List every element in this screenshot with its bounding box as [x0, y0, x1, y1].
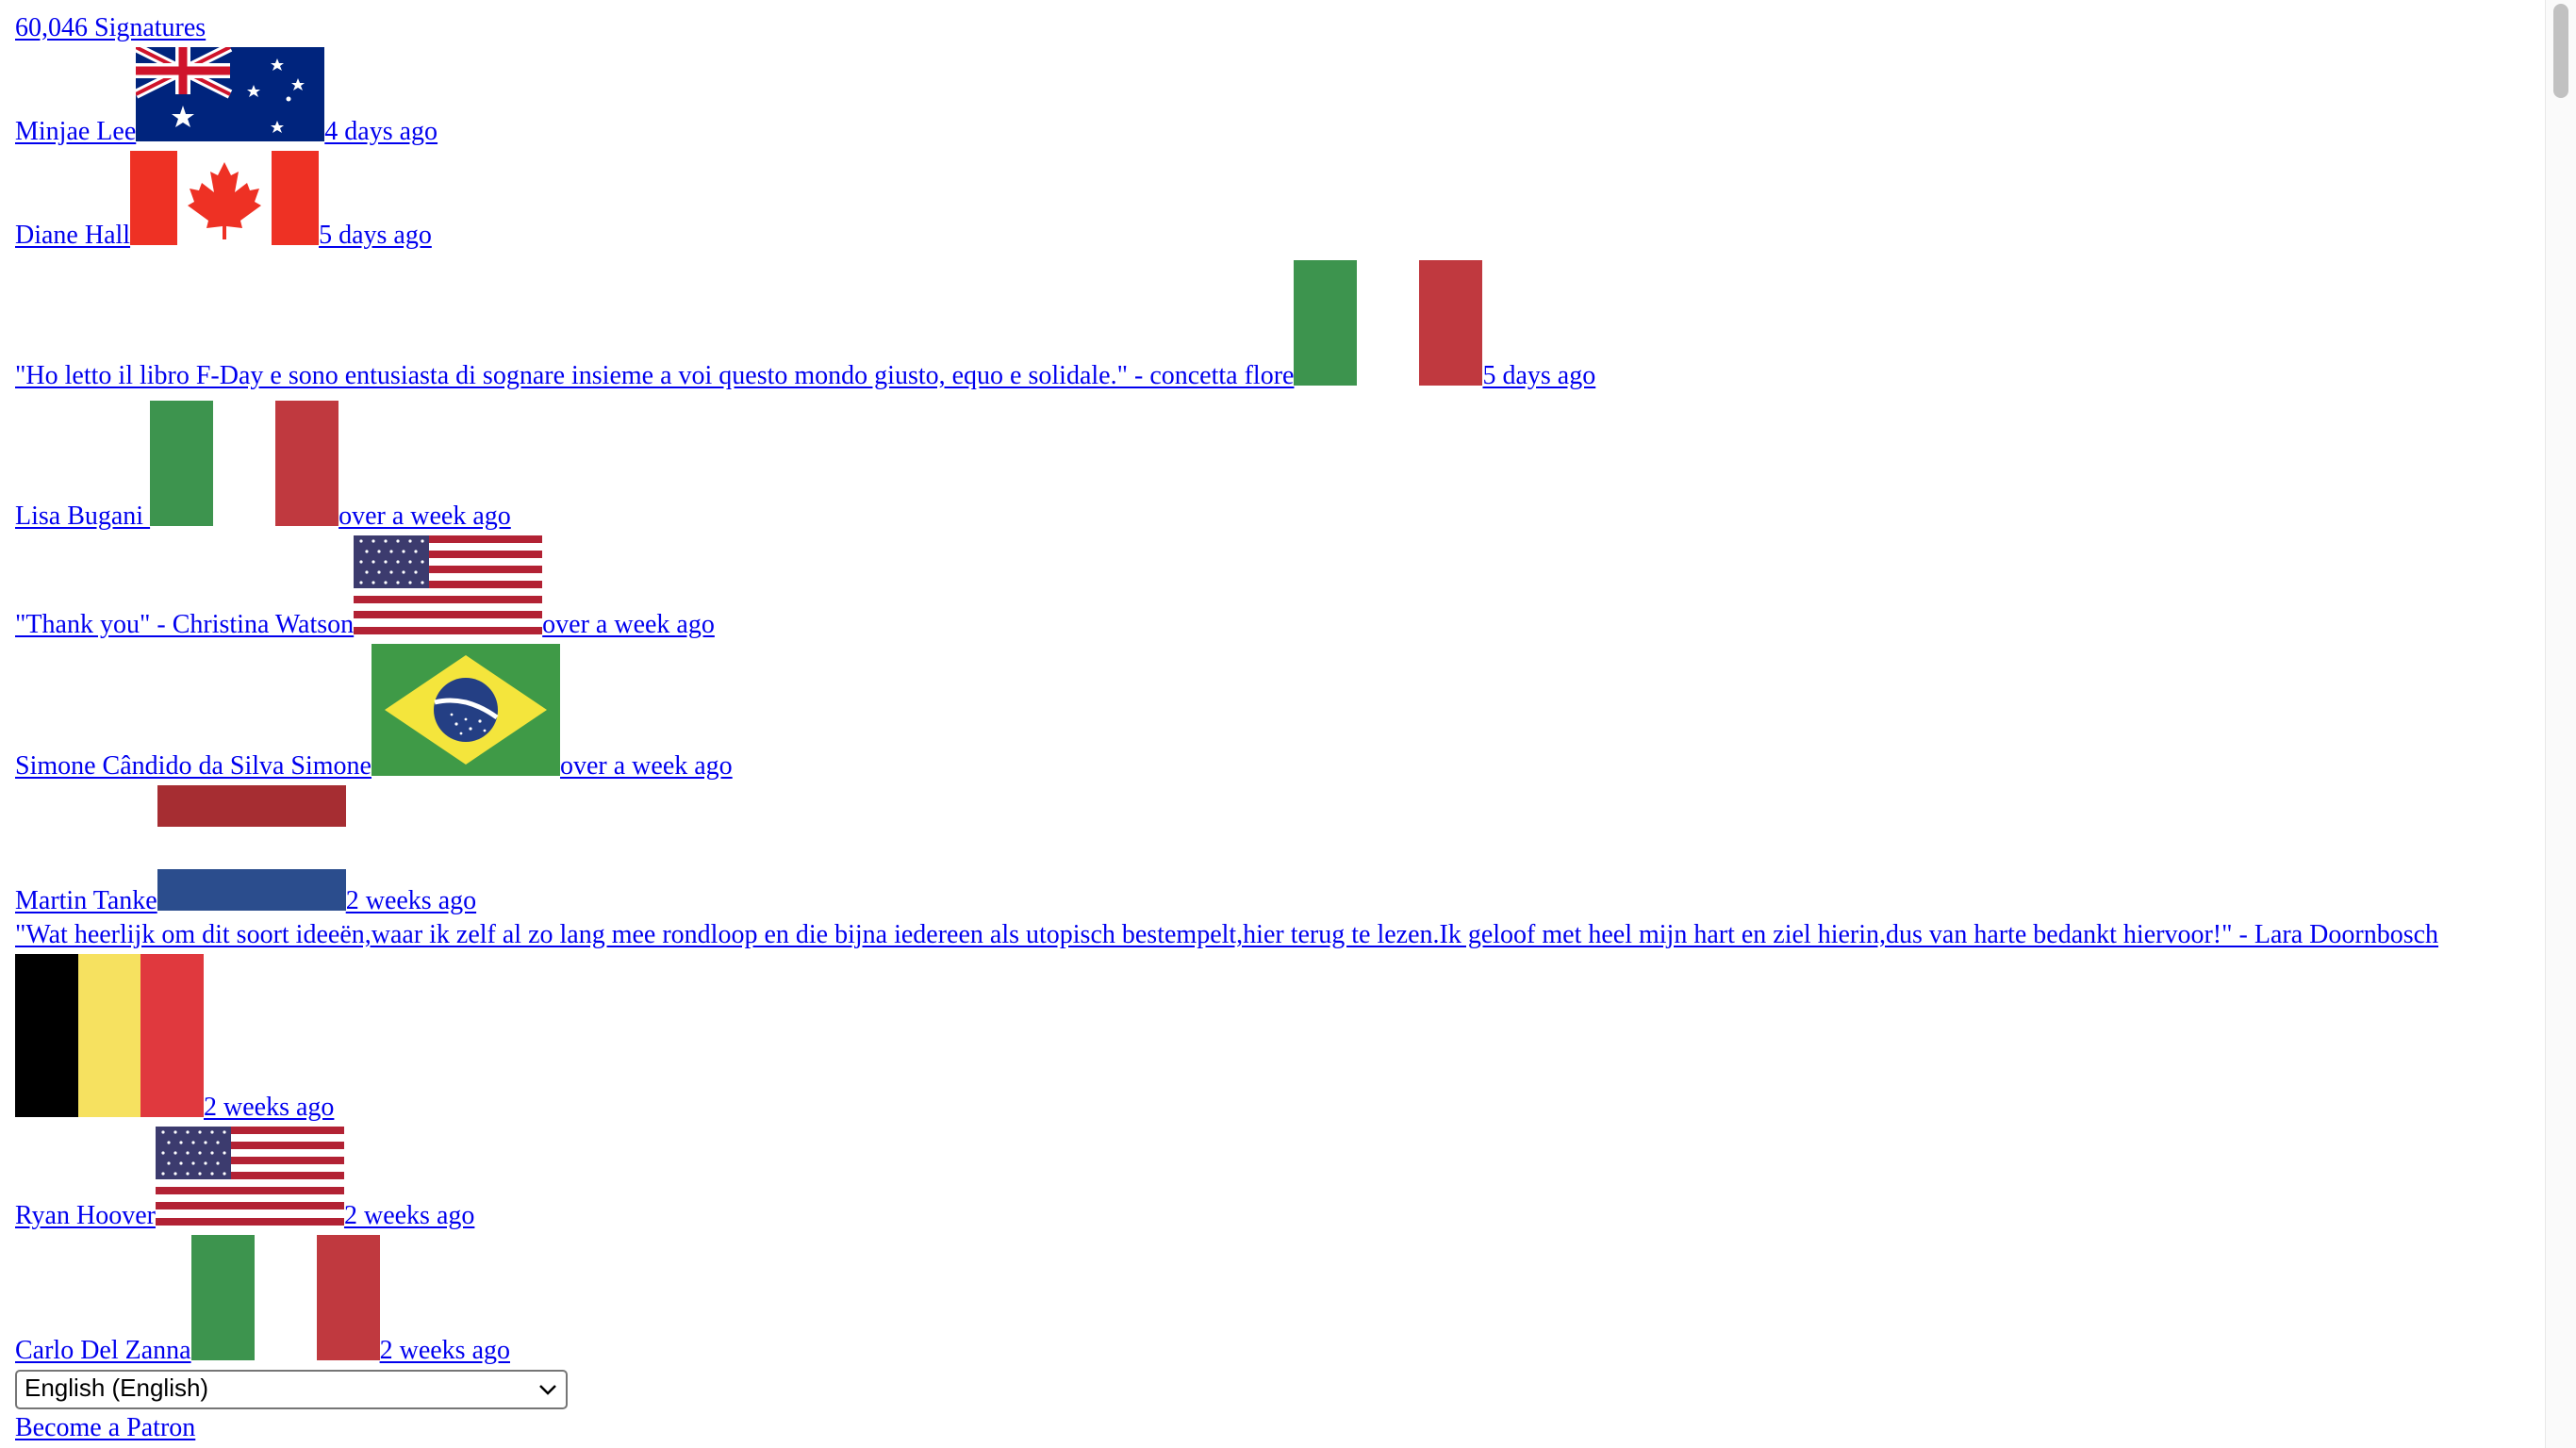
page-scrollbar[interactable] [2545, 0, 2576, 1448]
signer-comment-link[interactable]: "Wat heerlijk om dit soort ideeën,waar i… [15, 920, 2438, 949]
signature-time-link[interactable]: over a week ago [339, 502, 511, 531]
usa-flag-icon [155, 1127, 344, 1226]
signer-name-link[interactable]: Simone Cândido da Silva Simone [15, 751, 372, 781]
signature-time-link[interactable]: 2 weeks ago [204, 1093, 334, 1122]
list-item: Lisa Bugani over a week ago [15, 399, 2523, 534]
signer-name-link[interactable]: Lisa Bugani [15, 502, 150, 531]
brazil-flag-icon [372, 644, 560, 776]
language-select-value: English (English) [25, 1374, 209, 1402]
italy-flag-icon [190, 1235, 380, 1360]
italy-flag-icon [1294, 260, 1483, 386]
canada-flag-icon [130, 151, 320, 245]
signer-comment-link[interactable]: "Thank you" - Christina Watson [15, 610, 354, 639]
signer-name-link[interactable]: Minjae Lee [15, 117, 136, 146]
signer-name-link[interactable]: Diane Hall [15, 221, 130, 250]
signature-time-link[interactable]: over a week ago [542, 610, 715, 639]
list-item: Martin Tanke 2 weeks ago [15, 783, 2523, 918]
list-item: "Thank you" - Christina Watson over a we… [15, 534, 2523, 642]
language-select[interactable]: English (English) [15, 1370, 568, 1409]
signature-time-link[interactable]: over a week ago [560, 751, 733, 781]
signature-time-link[interactable]: 4 days ago [324, 117, 438, 146]
signature-list-page: 60,046 Signatures Minjae Lee 4 days ago … [15, 11, 2523, 1445]
signature-time-link[interactable]: 5 days ago [1482, 361, 1595, 390]
list-item: Simone Cândido da Silva Simone over a we… [15, 642, 2523, 783]
signer-name-link[interactable]: Martin Tanke [15, 886, 157, 915]
netherlands-flag-icon [157, 785, 346, 911]
list-item: Carlo Del Zanna 2 weeks ago [15, 1233, 2523, 1368]
scrollbar-thumb[interactable] [2553, 4, 2568, 98]
belgium-flag-icon [15, 954, 204, 1117]
signature-time-link[interactable]: 2 weeks ago [380, 1336, 510, 1365]
list-item: Diane Hall 5 days ago [15, 149, 2523, 253]
become-patron-link[interactable]: Become a Patron [15, 1413, 195, 1442]
list-item: Ryan Hoover 2 weeks ago [15, 1125, 2523, 1233]
signature-time-link[interactable]: 5 days ago [319, 221, 432, 250]
list-item: "Ho letto il libro F-Day e sono entusias… [15, 258, 2523, 393]
usa-flag-icon [354, 535, 543, 634]
australia-flag-icon [136, 47, 325, 141]
italy-flag-icon [150, 401, 339, 526]
signature-count-link[interactable]: 60,046 Signatures [15, 13, 206, 42]
signer-comment-link[interactable]: "Ho letto il libro F-Day e sono entusias… [15, 361, 1294, 390]
chevron-down-icon [537, 1377, 558, 1407]
signer-name-link[interactable]: Ryan Hoover [15, 1201, 156, 1230]
signature-time-link[interactable]: 2 weeks ago [344, 1201, 474, 1230]
signer-name-link[interactable]: Carlo Del Zanna [15, 1336, 191, 1365]
list-item: Minjae Lee 4 days ago [15, 45, 2523, 149]
list-item: "Wat heerlijk om dit soort ideeën,waar i… [15, 918, 2448, 1125]
signature-time-link[interactable]: 2 weeks ago [346, 886, 476, 915]
